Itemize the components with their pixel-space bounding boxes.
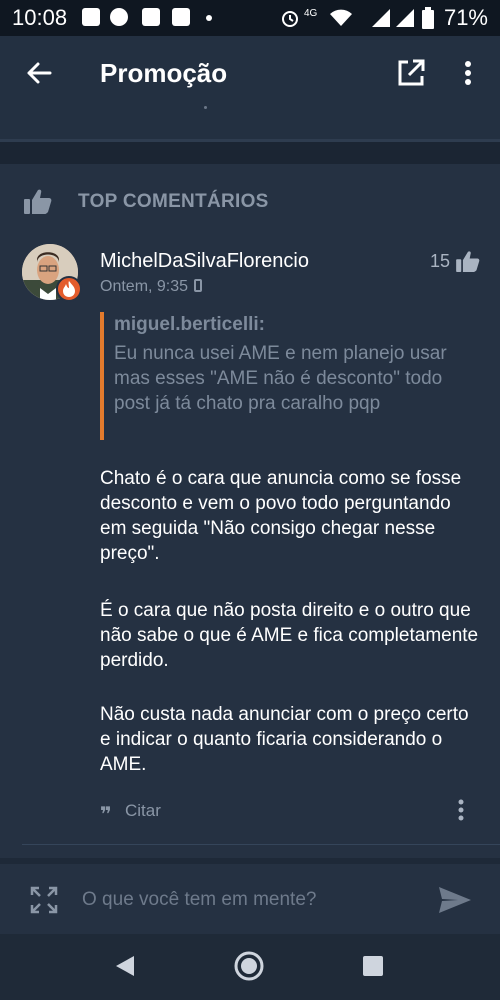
user-badge-icon [56,276,82,302]
mobile-device-icon [194,279,203,292]
page-title: Promoção [100,58,228,88]
nav-recents-icon[interactable] [362,955,384,977]
nav-home-icon[interactable] [233,950,265,982]
expand-icon[interactable] [30,886,58,914]
comment-author[interactable]: MichelDaSilvaFlorencio [100,250,309,273]
top-comments-label: TOP COMENTÁRIOS [78,191,269,212]
quote-author: miguel.berticelli: [114,314,265,335]
more-notifications-dot [206,15,212,21]
quote-text: Eu nunca usei AME e nem planejo usar mas… [114,343,447,414]
comment-more-icon[interactable] [454,798,468,822]
thumbs-up-icon [24,189,52,214]
send-icon[interactable] [438,886,472,914]
system-nav-bar [0,934,500,1000]
flame-icon [63,281,75,297]
signal-icon [372,9,390,27]
comment-paragraph: É o cara que não posta direito e o outro… [100,600,479,671]
status-time: 10:08 [12,5,68,30]
notification-icon [82,8,100,26]
comment-divider [22,844,500,845]
like-thumbs-up-icon[interactable] [456,250,480,272]
network-type: 4G [304,8,318,19]
status-bar: 10:08 4G 71% [0,0,500,36]
quote-accent-bar [100,312,104,440]
nav-back-icon[interactable] [114,954,136,978]
top-comments-header: TOP COMENTÁRIOS [0,164,500,236]
cite-button[interactable]: Citar [125,801,161,821]
whatsapp-icon [110,8,128,26]
scroll-hint-dot [204,106,207,109]
comment-timestamp: Ontem, 9:35 [100,278,189,295]
like-count: 15 [430,251,451,271]
battery-icon [422,7,434,29]
comment-input[interactable] [82,884,412,916]
more-vert-icon[interactable] [456,56,480,90]
quote-icon[interactable]: ❞ [100,802,112,827]
comment-composer [0,864,500,934]
battery-level: 71% [443,5,488,30]
comment-paragraph: Não custa nada anunciar com o preço cert… [100,704,469,775]
app-bar: Promoção [0,36,500,142]
comment-paragraph: Chato é o cara que anuncia como se fosse… [100,468,462,564]
section-gap [0,142,500,164]
open-external-icon[interactable] [394,56,428,90]
comment-meta: Ontem, 9:35 [100,278,203,296]
wifi-icon [330,9,352,26]
signal-icon [396,9,414,27]
facebook-icon [142,8,160,26]
facebook-icon [172,8,190,26]
alarm-icon [282,11,298,27]
back-arrow-icon[interactable] [22,56,56,90]
